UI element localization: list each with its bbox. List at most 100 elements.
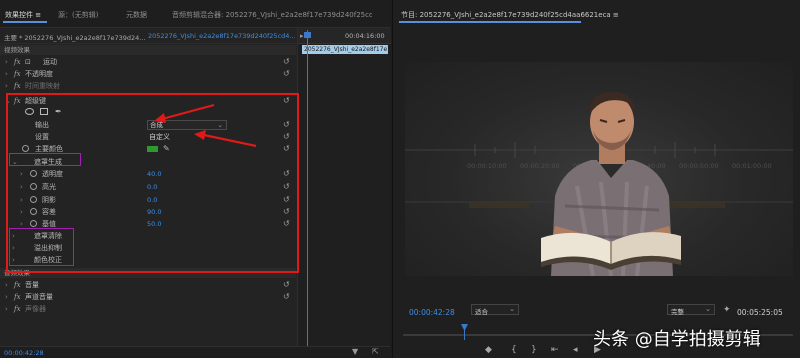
wrench-settings-icon[interactable]: ✦ [723,305,731,315]
expand-chevron-icon[interactable]: › [12,254,15,266]
tab-source[interactable]: 源：(无剪辑) [58,10,98,20]
stopwatch-icon[interactable] [30,196,37,203]
stopwatch-icon[interactable] [30,183,37,190]
setting-label: 设置 [35,133,49,141]
reset-icon[interactable]: ↺ [283,218,290,230]
timeline-ruler[interactable]: ▸ 00:04:16:00 [298,28,391,44]
key-color-swatch[interactable] [147,146,158,152]
panel-tab-bar: 效果控件 ≡ 源：(无剪辑) 元数据 音频剪辑混合器: 2052276_VJsh… [0,0,390,28]
param-row-pedestal: › 基值 50.0 ↺ [0,218,296,230]
param-value[interactable]: 90.0 [147,206,161,218]
mask-tools-row: ✒ [0,106,296,118]
quality-dropdown[interactable]: 完整 ⌄ [667,304,715,316]
expand-chevron-icon[interactable]: › [5,303,8,315]
step-back-icon[interactable]: ◂ [573,345,578,355]
filter-icon[interactable]: ▼ [352,347,358,356]
motion-transform-icon: ⊡ [25,58,31,66]
playhead-line[interactable] [307,30,308,358]
param-value[interactable]: 0.0 [147,181,157,193]
reset-icon[interactable]: ↺ [283,194,290,206]
zoom-dropdown[interactable]: 适合 ⌄ [471,304,519,316]
effect-label: 声像器 [25,305,46,313]
collapse-chevron-icon[interactable]: ⌄ [12,156,18,168]
reset-icon[interactable]: ↺ [283,181,290,193]
expand-chevron-icon[interactable]: › [5,80,8,92]
add-marker-icon[interactable]: ◆ [485,345,492,355]
fx-icon[interactable]: fx [14,56,21,68]
effect-row-volume[interactable]: › fx 音量 ↺ [0,279,296,291]
fx-icon[interactable]: fx [14,68,21,80]
expand-chevron-icon[interactable]: › [5,56,8,68]
reset-icon[interactable]: ↺ [283,68,290,80]
group-label: 遮罩生成 [34,158,62,166]
spill-suppression-row[interactable]: › 溢出抑制 [0,242,296,254]
expand-chevron-icon[interactable]: › [20,194,23,206]
effect-row-motion[interactable]: › fx ⊡ 运动 ↺ [0,56,296,68]
expand-chevron-icon[interactable]: › [5,279,8,291]
expand-chevron-icon[interactable]: › [20,206,23,218]
effect-row-opacity[interactable]: › fx 不透明度 ↺ [0,68,296,80]
tab-audio-clip-mixer[interactable]: 音频剪辑混合器: 2052276_VJshi_e2a2e8f17e739d240… [172,10,372,20]
stopwatch-icon[interactable] [30,170,37,177]
stopwatch-icon[interactable] [22,145,29,152]
reset-icon[interactable]: ↺ [283,131,290,143]
rectangle-mask-icon[interactable] [40,108,48,115]
effect-row-channel-volume[interactable]: › fx 声道音量 ↺ [0,291,296,303]
output-label: 输出 [35,121,49,129]
active-tab-indicator [399,21,581,23]
mark-out-icon[interactable]: } [531,345,537,355]
eyedropper-icon[interactable]: ✎ [163,143,170,155]
stopwatch-icon[interactable] [30,220,37,227]
stopwatch-icon[interactable] [30,208,37,215]
footer-timecode[interactable]: 00:00:42:28 [4,349,44,357]
watermark-text: 头条 @自学拍摄剪辑 [593,329,761,350]
fx-icon[interactable]: fx [14,291,21,303]
reset-icon[interactable]: ↺ [283,206,290,218]
source-clip-label[interactable]: 主要 * 2052276_VJshi_e2a2e8f17e739d24... [4,32,145,42]
fx-icon[interactable]: fx [14,279,21,291]
matte-cleanup-row[interactable]: › 遮罩清除 [0,230,296,242]
reset-icon[interactable]: ↺ [283,291,290,303]
effect-controls-panel: 效果控件 ≡ 源：(无剪辑) 元数据 音频剪辑混合器: 2052276_VJsh… [0,0,391,358]
output-dropdown[interactable]: 合成 ⌄ [147,120,227,130]
reset-icon[interactable]: ↺ [283,168,290,180]
mark-in-icon[interactable]: { [511,345,517,355]
scrub-playhead-line[interactable] [464,330,465,340]
param-value[interactable]: 50.0 [147,218,161,230]
tab-metadata[interactable]: 元数据 [126,10,147,20]
current-timecode[interactable]: 00:00:42:28 [409,308,455,317]
tab-effect-controls[interactable]: 效果控件 ≡ [5,10,41,20]
expand-chevron-icon[interactable]: › [12,230,15,242]
duration-timecode: 00:05:25:05 [737,308,783,317]
go-to-in-icon[interactable]: ⇤ [551,345,559,355]
zoom-value: 适合 [475,308,488,316]
expand-chevron-icon[interactable]: › [5,291,8,303]
reset-icon[interactable]: ↺ [283,279,290,291]
export-icon[interactable]: ⇱ [372,347,379,356]
effect-row-time-remap[interactable]: › fx 时间重映射 [0,80,296,92]
effect-row-panner[interactable]: › fx 声像器 [0,303,296,315]
expand-chevron-icon[interactable]: › [20,181,23,193]
ruler-start-icon[interactable]: ▸ [300,32,304,40]
color-correction-row[interactable]: › 颜色校正 [0,254,296,266]
param-value[interactable]: 40.0 [147,168,161,180]
reset-icon[interactable]: ↺ [283,56,290,68]
expand-chevron-icon[interactable]: › [20,168,23,180]
param-value[interactable]: 0.0 [147,194,157,206]
ellipse-mask-icon[interactable] [25,108,34,115]
timeline-clip[interactable]: 2052276_VJshi_e2a2e8f17e7 [302,45,388,54]
program-monitor-title[interactable]: 节目: 2052276_VJshi_e2a2e8f17e739d240f25cd… [401,10,619,20]
expand-chevron-icon[interactable]: › [20,218,23,230]
expand-chevron-icon[interactable]: › [12,242,15,254]
reset-icon[interactable]: ↺ [283,143,290,155]
effect-timeline[interactable]: ▸ 00:04:16:00 2052276_VJshi_e2a2e8f17e7 [297,28,391,358]
reset-icon[interactable]: ↺ [283,119,290,131]
effect-label: 不透明度 [25,70,53,78]
person-reading-book-image [541,92,681,276]
setting-value[interactable]: 自定义 [149,131,170,143]
program-video-frame[interactable]: 00:00:10:00 00:00:20:00 00:00:30:00 00:0… [405,62,793,276]
sequence-clip-label[interactable]: 2052276_VJshi_e2a2e8f17e739d240f25cd4... [148,32,296,40]
pen-mask-icon[interactable]: ✒ [55,106,62,118]
expand-chevron-icon[interactable]: › [5,68,8,80]
matte-generation-row[interactable]: ⌄ 遮罩生成 [0,156,296,168]
